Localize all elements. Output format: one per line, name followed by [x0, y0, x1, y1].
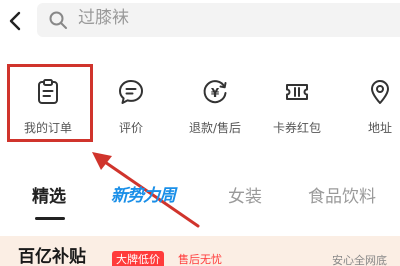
tab-food-drinks[interactable]: 食品饮料	[308, 186, 376, 208]
promo-right-text: 安心全网底	[332, 254, 387, 266]
search-input[interactable]: 过膝袜	[78, 7, 129, 29]
tab-womens-clothing[interactable]: 女装	[228, 186, 262, 208]
shortcut-label: 评价	[118, 121, 143, 135]
shortcut-label: 退款/售后	[188, 121, 242, 135]
chevron-left-icon[interactable]	[6, 10, 26, 32]
shortcut-refund[interactable]: ¥ 退款/售后	[175, 70, 255, 140]
search-icon	[49, 11, 67, 29]
promo-badge-secondary: 售后无忧	[178, 253, 222, 266]
promo-title: 百亿补贴	[18, 247, 86, 266]
refund-icon: ¥	[203, 80, 227, 104]
tab-featured[interactable]: 精选	[32, 186, 66, 208]
shortcut-address[interactable]: 地址	[340, 70, 400, 140]
tab-new-trend-week[interactable]: 新势力周	[111, 184, 176, 208]
comment-icon	[119, 80, 143, 104]
ticket-icon	[286, 84, 308, 100]
app-screen: 过膝袜 我的订单 评价 ¥ 退款/售后 卡券红包 地址 精选 新势力周 女装 食…	[0, 0, 400, 266]
shortcut-label: 卡券红包	[272, 121, 321, 135]
location-icon	[371, 80, 389, 104]
shortcut-coupons[interactable]: 卡券红包	[257, 70, 337, 140]
tab-active-indicator	[35, 217, 65, 220]
highlight-box	[7, 64, 93, 142]
promo-badge: 大牌低价	[112, 251, 164, 266]
svg-text:¥: ¥	[211, 86, 220, 100]
shortcut-label: 地址	[367, 121, 392, 135]
shortcut-reviews[interactable]: 评价	[91, 70, 171, 140]
